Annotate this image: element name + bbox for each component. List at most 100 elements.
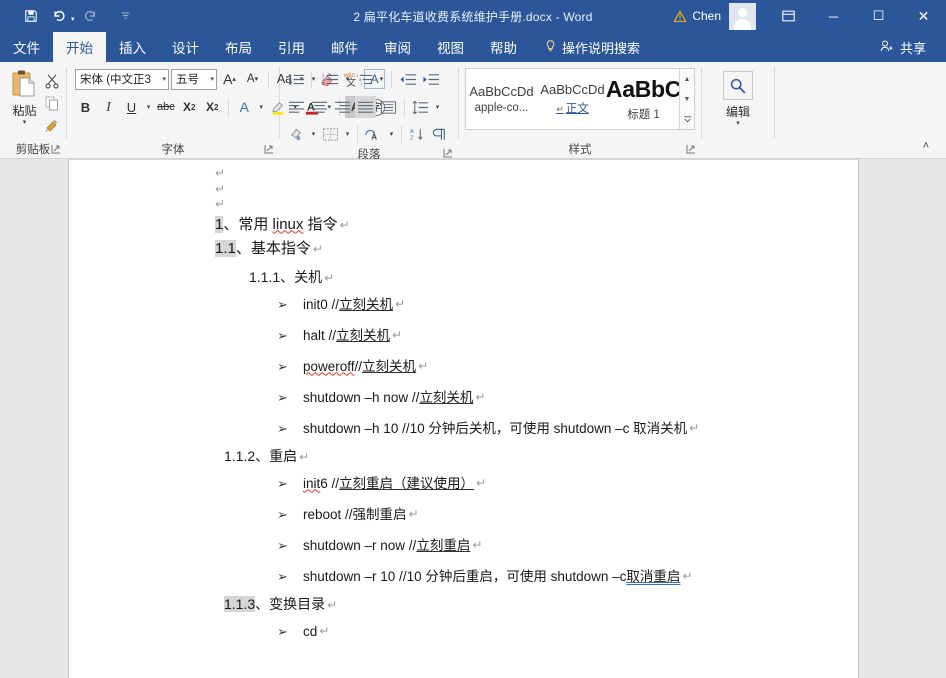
styles-scroll-down-icon[interactable]: ▼ — [684, 91, 691, 107]
font-size-combo[interactable]: 五号 ▾ — [171, 69, 217, 90]
tab-view[interactable]: 视图 — [424, 32, 477, 62]
align-right-icon[interactable] — [332, 96, 353, 118]
undo-icon[interactable] — [46, 4, 72, 28]
style-item[interactable]: AaBbCcDd apple-co... — [466, 69, 537, 129]
redo-icon[interactable] — [77, 4, 103, 28]
grow-font-icon[interactable]: A▴ — [219, 68, 240, 90]
distributed-icon[interactable] — [378, 96, 399, 118]
document-area[interactable]: ↵ ↵ ↵ 1、常用 linux 指令↵ 1.1、基本指令↵ 1.1.1、关机↵… — [0, 159, 946, 678]
sort-icon[interactable]: AZ — [407, 123, 428, 145]
list-item[interactable]: ➢shutdown –h now //立刻关机↵ — [69, 382, 858, 413]
tab-mailings[interactable]: 邮件 — [318, 32, 371, 62]
align-left-icon[interactable] — [286, 96, 307, 118]
collapse-ribbon-button[interactable]: ˄ — [916, 137, 936, 155]
chevron-down-icon[interactable]: ▾ — [206, 75, 214, 83]
save-icon[interactable] — [18, 4, 44, 28]
subscript-button[interactable]: X2 — [179, 96, 200, 118]
superscript-button[interactable]: X2 — [202, 96, 223, 118]
line-spacing-icon[interactable] — [410, 96, 431, 118]
maximize-button[interactable]: ☐ — [856, 0, 901, 32]
tab-insert[interactable]: 插入 — [106, 32, 159, 62]
borders-caret[interactable]: ▾ — [343, 130, 352, 138]
strikethrough-button[interactable]: abc — [155, 96, 177, 118]
close-button[interactable]: ✕ — [901, 0, 946, 32]
tab-layout[interactable]: 布局 — [212, 32, 265, 62]
increase-indent-icon[interactable] — [420, 68, 441, 90]
text-effects-caret[interactable]: ▾ — [257, 103, 266, 111]
asian-layout-icon[interactable]: A — [363, 123, 385, 145]
list-item[interactable]: ➢cd↵ — [69, 616, 858, 647]
format-painter-icon[interactable] — [42, 115, 62, 134]
heading-1[interactable]: 1、常用 linux 指令↵ — [69, 213, 858, 237]
styles-more-icon[interactable] — [683, 111, 692, 127]
list-item[interactable]: ➢init0 //立刻关机↵ — [69, 289, 858, 320]
warning-icon[interactable] — [673, 10, 687, 23]
underline-button[interactable]: U — [121, 96, 142, 118]
share-button[interactable]: 共享 — [880, 32, 946, 62]
ribbon-display-options-icon[interactable] — [766, 0, 811, 32]
bullets-icon[interactable] — [286, 68, 307, 90]
bullets-caret[interactable]: ▾ — [309, 75, 318, 83]
tab-review[interactable]: 审阅 — [371, 32, 424, 62]
borders-icon[interactable] — [320, 123, 341, 145]
tab-references[interactable]: 引用 — [265, 32, 318, 62]
bold-button[interactable]: B — [75, 96, 96, 118]
styles-dialog-launcher[interactable] — [686, 144, 697, 155]
account-name[interactable]: Chen — [692, 9, 721, 23]
minimize-button[interactable]: ─ — [811, 0, 856, 32]
styles-scroll-up-icon[interactable]: ▲ — [684, 71, 691, 87]
clipboard-dialog-launcher[interactable] — [51, 144, 62, 155]
chevron-down-icon[interactable]: ▾ — [158, 75, 166, 83]
justify-icon[interactable] — [355, 96, 376, 118]
font-name-combo[interactable]: 宋体 (中文正3 ▾ — [75, 69, 169, 90]
tell-me-search[interactable]: 操作说明搜索 — [530, 32, 640, 62]
underline-caret[interactable]: ▾ — [144, 103, 153, 111]
numbering-caret[interactable]: ▾ — [343, 75, 352, 83]
customize-quick-access-icon[interactable] — [113, 4, 139, 28]
avatar[interactable] — [729, 3, 756, 30]
tab-design[interactable]: 设计 — [159, 32, 212, 62]
cut-icon[interactable] — [42, 71, 62, 90]
list-item[interactable]: ➢poweroff //立刻关机↵ — [69, 351, 858, 382]
copy-icon[interactable] — [42, 93, 62, 112]
heading-2[interactable]: 1.1、基本指令↵ — [69, 237, 858, 261]
styles-gallery-scrollbar[interactable]: ▲ ▼ — [679, 69, 694, 129]
show-formatting-marks-icon[interactable] — [430, 123, 451, 145]
multilevel-caret[interactable]: ▾ — [377, 75, 386, 83]
heading-3[interactable]: 1.1.3、变换目录↵ — [69, 592, 858, 616]
tab-help[interactable]: 帮助 — [477, 32, 530, 62]
list-item[interactable]: ➢reboot //强制重启↵ — [69, 499, 858, 530]
font-dialog-launcher[interactable] — [264, 144, 275, 155]
text-effects-icon[interactable]: A — [234, 96, 255, 118]
command-text: shutdown –r 10 //10 分钟后重启，可使用 shutdown –… — [303, 561, 626, 592]
paste-dropdown-caret[interactable]: ▾ — [23, 119, 27, 127]
list-item[interactable]: ➢shutdown –r now //立刻重启↵ — [69, 530, 858, 561]
editing-caret[interactable]: ▾ — [736, 120, 740, 128]
undo-dropdown-caret[interactable]: ▾ — [71, 15, 75, 23]
list-item[interactable]: ➢init 6 //立刻重启（建议使用）↵ — [69, 468, 858, 499]
heading-3[interactable]: 1.1.2、重启↵ — [69, 444, 858, 468]
shading-icon[interactable] — [286, 123, 307, 145]
numbering-icon[interactable]: 123 — [320, 68, 341, 90]
list-item[interactable]: ➢shutdown –h 10 //10 分钟后关机，可使用 shutdown … — [69, 413, 858, 444]
decrease-indent-icon[interactable] — [397, 68, 418, 90]
asian-layout-caret[interactable]: ▾ — [387, 130, 396, 138]
paragraph-dialog-launcher[interactable] — [443, 148, 454, 159]
heading-3[interactable]: 1.1.1、关机↵ — [69, 265, 858, 289]
editing-button[interactable]: 编辑 ▾ — [708, 67, 768, 128]
list-item[interactable]: ➢halt //立刻关机↵ — [69, 320, 858, 351]
italic-button[interactable]: I — [98, 96, 119, 118]
shading-caret[interactable]: ▾ — [309, 130, 318, 138]
align-center-icon[interactable] — [309, 96, 330, 118]
paste-button[interactable]: 粘贴 ▾ — [7, 67, 42, 127]
line-spacing-caret[interactable]: ▾ — [433, 103, 442, 111]
style-item[interactable]: AaBbCcDd ↵正文 — [537, 69, 608, 129]
document-body[interactable]: ↵ ↵ ↵ 1、常用 linux 指令↵ 1.1、基本指令↵ 1.1.1、关机↵… — [69, 160, 858, 647]
tab-file[interactable]: 文件 — [0, 32, 53, 62]
shrink-font-icon[interactable]: A▾ — [242, 68, 263, 90]
multilevel-list-icon[interactable]: 1ai — [354, 68, 375, 90]
tab-home[interactable]: 开始 — [53, 32, 106, 62]
document-page[interactable]: ↵ ↵ ↵ 1、常用 linux 指令↵ 1.1、基本指令↵ 1.1.1、关机↵… — [68, 159, 859, 678]
list-item[interactable]: ➢shutdown –r 10 //10 分钟后重启，可使用 shutdown … — [69, 561, 858, 592]
style-item[interactable]: AaBbC 标题 1 — [608, 69, 679, 129]
